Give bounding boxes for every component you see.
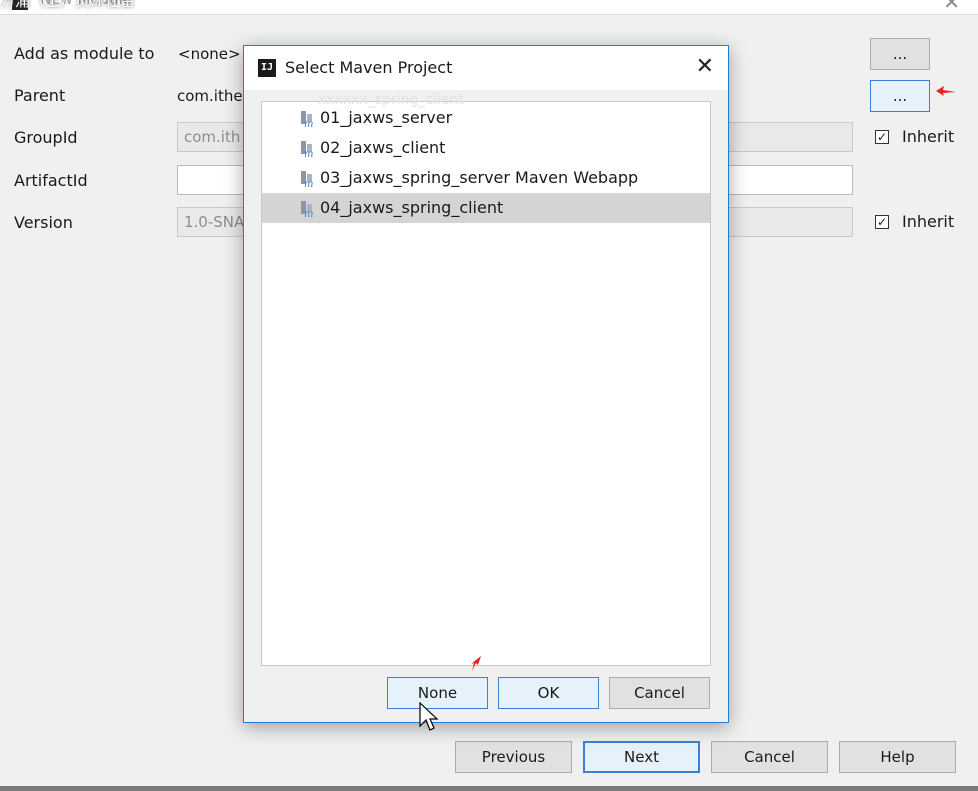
svg-text:m: m <box>304 209 313 218</box>
window-bottom-edge <box>0 786 978 791</box>
list-item-selected[interactable]: m 04_jaxws_spring_client <box>262 193 710 223</box>
maven-module-icon: m <box>301 141 313 158</box>
add-as-module-value: <none> <box>178 45 241 63</box>
help-button[interactable]: Help <box>839 741 956 773</box>
intellij-icon: IJ <box>258 59 276 77</box>
select-maven-project-dialog: IJ Select Maven Project ✕ xxxxxx_spring_… <box>243 45 729 731</box>
svg-text:m: m <box>304 119 313 128</box>
version-inherit-checkbox[interactable]: ✓ <box>875 215 889 229</box>
project-tree[interactable]: xxxxxx_spring_client m 01_jaxws_server m… <box>261 92 711 666</box>
svg-text:m: m <box>304 179 313 188</box>
list-item[interactable]: m 02_jaxws_client <box>262 133 710 163</box>
red-arrow-icon <box>936 86 956 96</box>
project-label: 02_jaxws_client <box>320 138 446 157</box>
wizard-close-icon[interactable]: ✕ <box>943 0 960 14</box>
maven-module-icon: m <box>301 111 313 128</box>
next-button[interactable]: Next <box>583 741 700 773</box>
dialog-cancel-button[interactable]: Cancel <box>609 677 710 709</box>
maven-module-icon: m <box>301 201 313 218</box>
dialog-titlebar: IJ Select Maven Project ✕ <box>244 46 728 90</box>
project-label: 04_jaxws_spring_client <box>320 198 504 217</box>
groupid-inherit-checkbox[interactable]: ✓ <box>875 130 889 144</box>
artifactid-label: ArtifactId <box>14 171 88 190</box>
parent-browse-button[interactable]: ... <box>870 80 930 112</box>
dialog-title: Select Maven Project <box>285 58 453 77</box>
svg-text:m: m <box>304 149 313 158</box>
parent-value: com.ithe <box>177 87 243 105</box>
list-item[interactable]: m 01_jaxws_server <box>262 103 710 133</box>
wizard-titlebar: New Module 万浦（土）贞沐仕留 ✕ <box>0 0 978 15</box>
project-label: 01_jaxws_server <box>320 108 453 127</box>
groupid-label: GroupId <box>14 128 78 147</box>
wizard-cancel-button[interactable]: Cancel <box>711 741 828 773</box>
groupid-inherit-label: Inherit <box>902 127 955 146</box>
red-arrow-icon <box>471 656 481 671</box>
add-as-module-label: Add as module to <box>14 44 155 63</box>
video-overlay-caption: 万浦（土）贞沐仕留 <box>0 0 136 10</box>
parent-label: Parent <box>14 86 66 105</box>
project-label: 03_jaxws_spring_server Maven Webapp <box>320 168 639 187</box>
previous-button[interactable]: Previous <box>455 741 572 773</box>
version-label: Version <box>14 213 73 232</box>
ok-button[interactable]: OK <box>498 677 599 709</box>
mouse-cursor-icon <box>419 702 439 731</box>
maven-module-icon: m <box>301 171 313 188</box>
list-item[interactable]: m 03_jaxws_spring_server Maven Webapp <box>262 163 710 193</box>
add-as-module-browse-button[interactable]: ... <box>870 38 930 70</box>
version-inherit-label: Inherit <box>902 212 955 231</box>
close-icon[interactable]: ✕ <box>696 54 714 79</box>
